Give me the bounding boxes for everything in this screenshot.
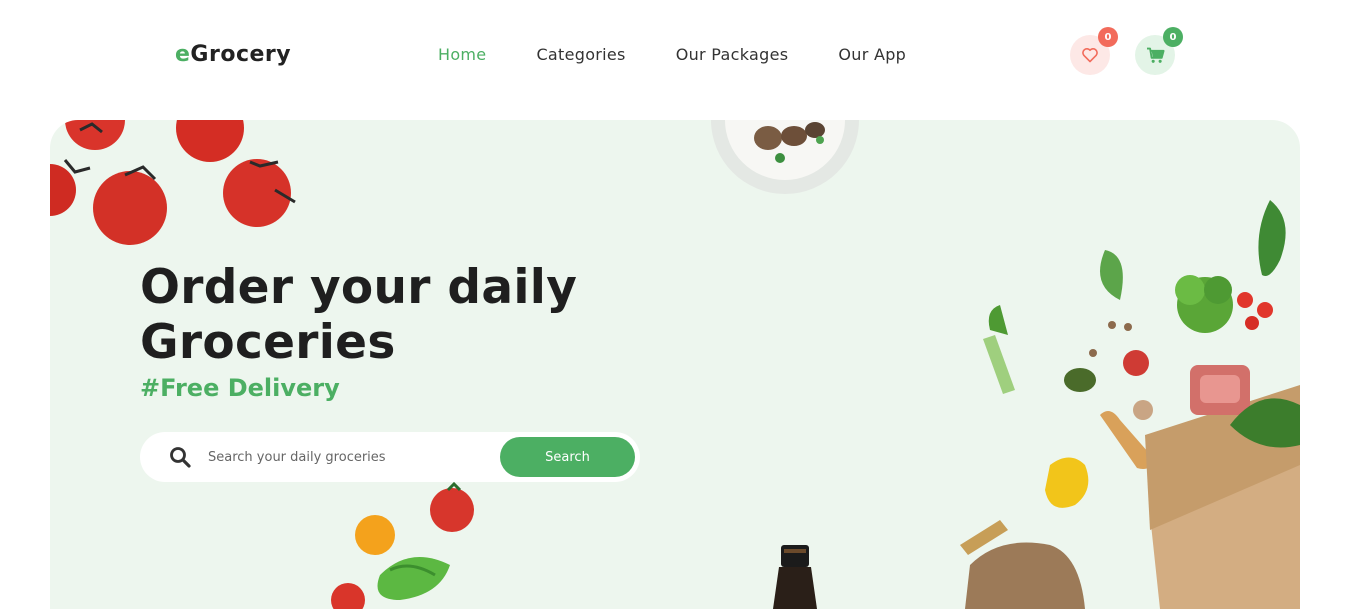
- search-icon[interactable]: [168, 445, 192, 469]
- brand-prefix: e: [175, 42, 191, 67]
- nav-our-app[interactable]: Our App: [838, 45, 906, 64]
- hero-tagline: #Free Delivery: [140, 374, 340, 402]
- cart-button[interactable]: 0: [1135, 27, 1183, 75]
- brand-name: Grocery: [190, 42, 292, 67]
- food-plate-image: [711, 120, 859, 194]
- falling-vegetables-image: [331, 481, 474, 609]
- site-header: eGrocery Home Categories Our Packages Ou…: [0, 0, 1345, 110]
- hero-headline-line1: Order your daily: [140, 260, 578, 315]
- heart-icon: [1082, 48, 1098, 63]
- nav-categories[interactable]: Categories: [536, 45, 625, 64]
- hero-headline-line2: Groceries: [140, 315, 396, 370]
- nav-our-packages[interactable]: Our Packages: [676, 45, 789, 64]
- cart-count-badge: 0: [1163, 27, 1183, 47]
- search-bar: Search: [140, 432, 640, 482]
- tomatoes-image: [50, 120, 296, 245]
- search-input[interactable]: [208, 445, 488, 469]
- wishlist-button[interactable]: 0: [1070, 27, 1118, 75]
- brand-logo[interactable]: eGrocery: [175, 42, 291, 67]
- bottle-image: [773, 545, 817, 609]
- cart-icon: [1146, 47, 1165, 63]
- wishlist-count-badge: 0: [1098, 27, 1118, 47]
- search-button[interactable]: Search: [500, 437, 635, 477]
- hero-headline: Order your daily Groceries: [140, 260, 577, 370]
- grocery-bag-image: [960, 200, 1300, 609]
- hero-banner: Order your daily Groceries #Free Deliver…: [50, 120, 1300, 609]
- nav-home[interactable]: Home: [438, 45, 486, 64]
- main-nav: Home Categories Our Packages Our App: [438, 45, 956, 64]
